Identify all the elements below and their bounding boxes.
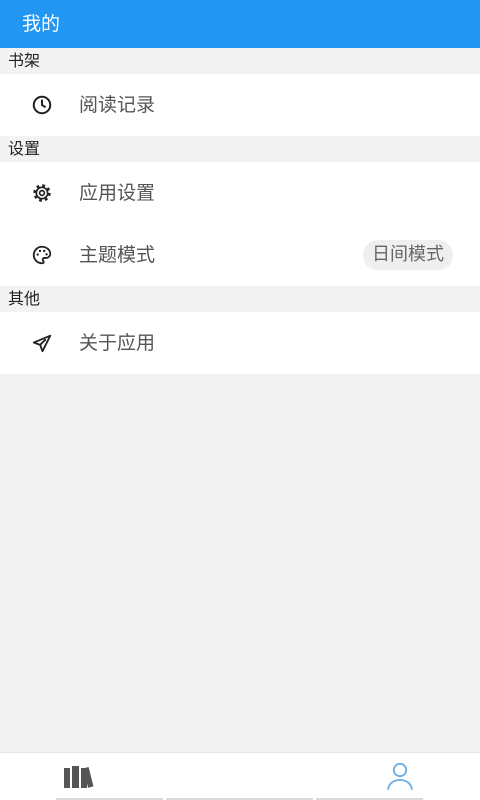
tab-profile[interactable]: [320, 753, 480, 799]
paper-plane-icon: [31, 332, 53, 354]
menu-item-reading-history[interactable]: 阅读记录: [0, 74, 480, 136]
menu-item-theme-mode[interactable]: 主题模式 日间模式: [0, 224, 480, 286]
tab-bookshelf[interactable]: [0, 753, 160, 799]
menu-item-label: 阅读记录: [79, 94, 156, 116]
person-icon: [385, 762, 415, 790]
section-header-bookshelf: 书架: [0, 48, 480, 74]
app-bar: 我的: [0, 0, 480, 48]
section-header-settings: 设置: [0, 136, 480, 162]
gear-icon: [31, 182, 53, 204]
menu-item-label: 应用设置: [79, 182, 156, 204]
menu-item-about-app[interactable]: 关于应用: [0, 312, 480, 374]
menu-item-app-settings[interactable]: 应用设置: [0, 162, 480, 224]
bookshelf-icon: [62, 763, 98, 789]
theme-mode-badge[interactable]: 日间模式: [363, 240, 453, 270]
clock-icon: [31, 94, 53, 116]
section-header-other: 其他: [0, 286, 480, 312]
bottom-nav: [0, 752, 480, 800]
palette-icon: [31, 244, 53, 266]
menu-item-label: 关于应用: [79, 332, 156, 354]
page-title: 我的: [22, 13, 61, 35]
menu-item-label: 主题模式: [79, 244, 156, 266]
